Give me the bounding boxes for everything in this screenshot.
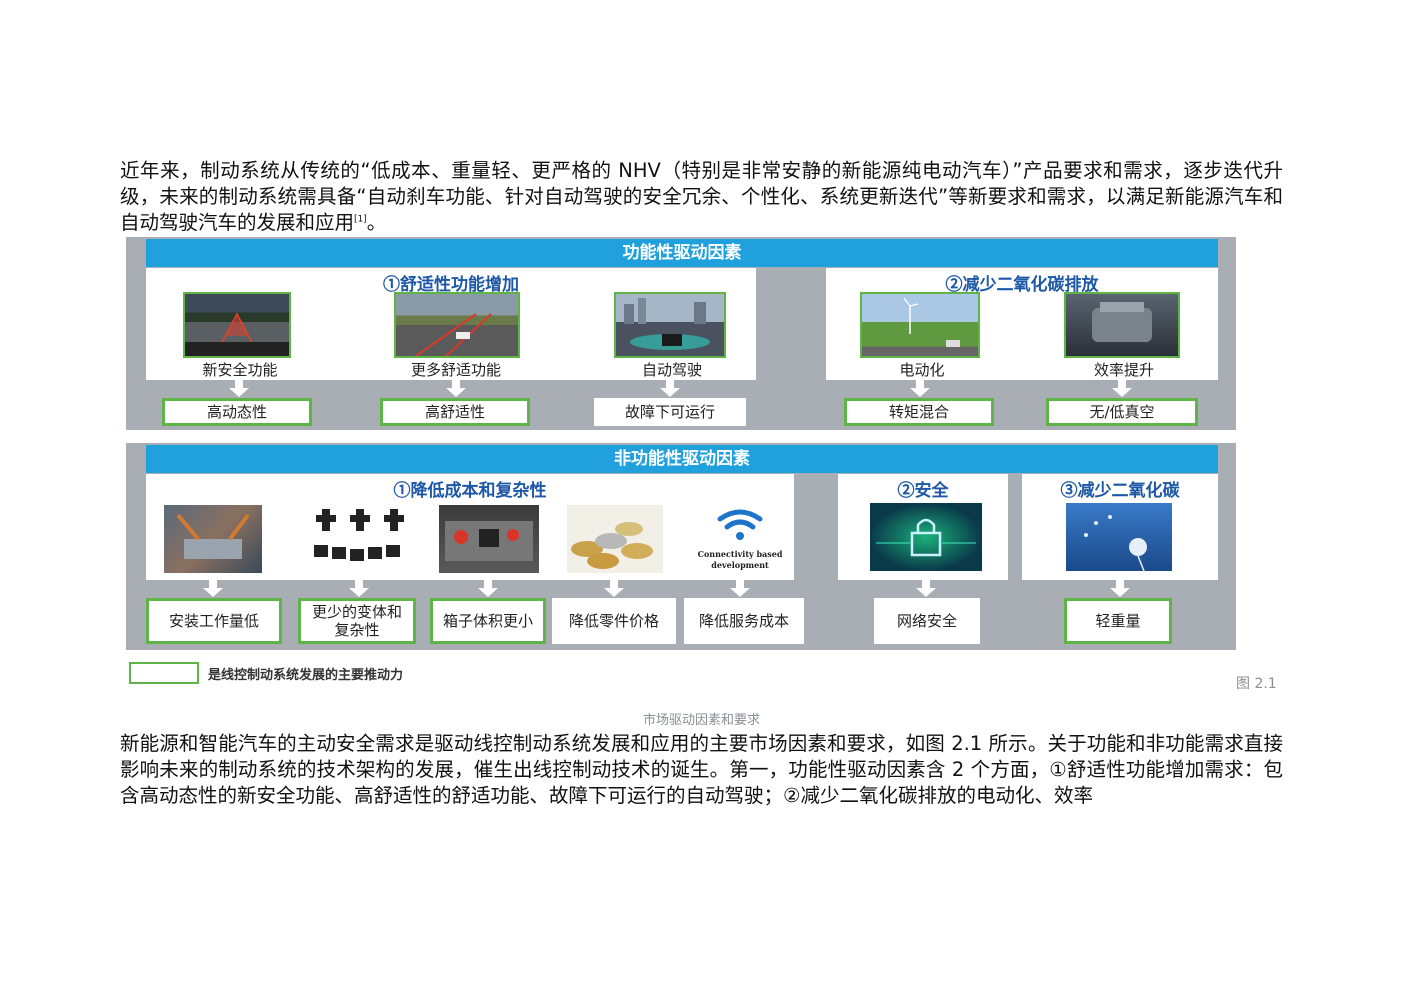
cost-group-title: ①降低成本和复杂性 xyxy=(393,481,547,501)
non-functional-drivers-header: 非功能性驱动因素 xyxy=(146,445,1218,473)
result-cyber-security: 网络安全 xyxy=(874,598,980,644)
result-no-vacuum: 无/低真空 xyxy=(1046,398,1198,426)
adas-radar-image xyxy=(183,292,291,358)
non-functional-drivers-panel: 非功能性驱动因素 ①降低成本和复杂性 ②安全 ③减少二氧化碳 Connectiv… xyxy=(126,443,1236,650)
result-lower-part-price: 降低零件价格 xyxy=(552,598,676,644)
padlock-circuit-image xyxy=(870,503,982,571)
functional-drivers-header: 功能性驱动因素 xyxy=(146,239,1218,267)
result-fail-operational: 故障下可运行 xyxy=(594,398,746,426)
dandelion-image xyxy=(1066,503,1172,571)
engine-image xyxy=(1064,292,1180,358)
sensor-parts-graphic xyxy=(314,509,404,561)
result-lower-service-cost: 降低服务成本 xyxy=(684,598,804,644)
highway-cars-image xyxy=(394,292,520,358)
connectivity-graphic: Connectivity based development xyxy=(692,503,788,573)
legend-swatch xyxy=(129,662,199,684)
wind-turbine-image xyxy=(860,292,980,358)
autonomous-city-image xyxy=(614,292,726,358)
citation-marker[interactable]: [1] xyxy=(354,215,367,225)
dandelion-graphic xyxy=(1084,515,1147,571)
intro-text: 近年来，制动系统从传统的“低成本、重量轻、更严格的 NHV（特别是非常安静的新能… xyxy=(120,159,1283,234)
wind-turbine-graphic xyxy=(903,297,960,347)
sensor-parts-image xyxy=(308,505,412,573)
safety-group-title: ②安全 xyxy=(897,481,949,501)
result-low-installation: 安装工作量低 xyxy=(146,598,282,644)
highway-graphic xyxy=(415,313,492,356)
label-more-comfort: 更多舒适功能 xyxy=(410,361,501,379)
result-fewer-variants: 更少的变体和复杂性 xyxy=(298,598,416,644)
result-torque-blending: 转矩混合 xyxy=(844,398,994,426)
label-new-safety: 新安全功能 xyxy=(202,361,278,379)
adas-radar-graphic xyxy=(185,312,289,356)
result-high-comfort: 高舒适性 xyxy=(380,398,530,426)
coins-image xyxy=(567,505,663,573)
result-light-weight: 轻重量 xyxy=(1064,598,1172,644)
figure-number: 图 2.1 xyxy=(1236,676,1277,692)
wifi-icon xyxy=(717,509,763,540)
label-efficiency: 效率提升 xyxy=(1093,361,1154,379)
engine-bay-image xyxy=(439,505,539,573)
co2b-group-title: ③减少二氧化碳 xyxy=(1060,481,1180,501)
intro-tail: 。 xyxy=(366,211,387,234)
assembly-robot-image xyxy=(164,505,262,573)
figure-caption: 市场驱动因素和要求 xyxy=(642,713,760,728)
intro-paragraph: 近年来，制动系统从传统的“低成本、重量轻、更严格的 NHV（特别是非常安静的新能… xyxy=(120,158,1283,236)
engine-graphic xyxy=(1092,302,1152,342)
coins-graphic xyxy=(571,522,653,569)
engine-bay-graphic xyxy=(445,521,533,561)
connectivity-caption: Connectivity based development xyxy=(697,549,783,570)
result-smaller-box: 箱子体积更小 xyxy=(430,598,546,644)
result-high-dynamics: 高动态性 xyxy=(162,398,312,426)
city-graphic xyxy=(624,298,710,350)
label-electrification: 电动化 xyxy=(899,361,945,379)
body-paragraph: 新能源和智能汽车的主动安全需求是驱动线控制动系统发展和应用的主要市场因素和要求，… xyxy=(120,732,1283,807)
functional-drivers-panel: 功能性驱动因素 ①舒适性功能增加 ②减少二氧化碳排放 新安全功能 更多舒适功能 … xyxy=(126,237,1236,430)
label-autonomous: 自动驾驶 xyxy=(641,361,702,379)
assembly-graphic xyxy=(176,513,250,559)
padlock-icon xyxy=(876,518,976,557)
legend-text: 是线控制动系统发展的主要推动力 xyxy=(208,668,404,683)
